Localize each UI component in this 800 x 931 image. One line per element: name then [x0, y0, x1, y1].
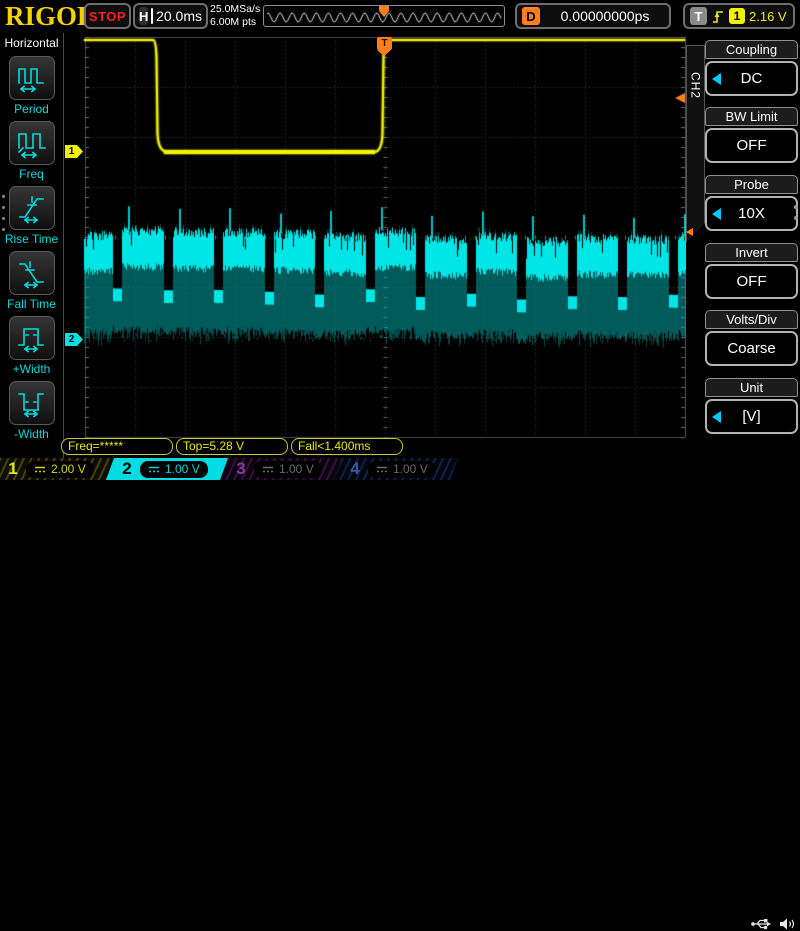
trigger-position-marker[interactable]: T [377, 37, 392, 50]
trigger-side-arrow-icon [686, 228, 693, 236]
menu-page-dots [794, 205, 798, 220]
trigger-source-badge: 1 [729, 8, 745, 24]
run-state-badge: STOP [84, 3, 131, 29]
delay-value: 0.00000000ps [546, 8, 664, 24]
menu-item-rise-time[interactable]: Rise Time [0, 186, 63, 246]
measurement-freq: Freq=***** [61, 438, 173, 455]
menu-scroll-dots [2, 195, 5, 231]
rigol-logo: RIGOL [5, 1, 95, 32]
channel-chip-2[interactable]: 2 1.00 V [106, 458, 230, 480]
memory-depth: 6.00M pts [210, 16, 260, 29]
softkey-unit[interactable]: Unit [V] [705, 378, 798, 434]
ch3-scale-box: 1.00 V [254, 461, 322, 478]
plus-width-icon [16, 322, 48, 354]
ch2-menu: CH2 Coupling DC BW Limit OFF Probe 10X I… [686, 33, 800, 458]
preview-trigger-marker [379, 6, 389, 18]
softkey-volts-div[interactable]: Volts/Div Coarse [705, 310, 798, 366]
menu-item-freq[interactable]: Freq [0, 121, 63, 181]
measurement-top: Top=5.28 V [176, 438, 288, 455]
softkey-invert[interactable]: Invert OFF [705, 243, 798, 299]
ch1-scale-box: 2.00 V [26, 461, 94, 478]
dc-coupling-icon [376, 465, 388, 474]
menu-item-fall-time[interactable]: Fall Time [0, 251, 63, 311]
measurement-bar: Freq=***** Top=5.28 V Fall<1.400ms [61, 438, 403, 455]
trigger-level-value: 2.16 V [749, 9, 787, 24]
channel-chip-4[interactable]: 4 1.00 V [334, 458, 458, 480]
left-arrow-icon [712, 411, 721, 423]
dc-coupling-icon [148, 465, 160, 474]
trigger-label: T [690, 7, 707, 25]
minus-width-icon [16, 387, 48, 419]
left-arrow-icon [712, 208, 721, 220]
scope-display: 1 2 T [64, 33, 686, 458]
softkey-coupling[interactable]: Coupling DC [705, 40, 798, 96]
dc-coupling-icon [262, 465, 274, 474]
rising-edge-icon [711, 8, 725, 25]
fall-time-icon [16, 257, 48, 289]
ch2-menu-tab: CH2 [686, 45, 705, 243]
channel-chip-3[interactable]: 3 1.00 V [220, 458, 344, 480]
horizontal-measure-menu: Horizontal Period Freq Rise Time Fall Ti… [0, 33, 64, 458]
dc-coupling-icon [34, 465, 46, 474]
timebase-chip: H 20.0ms [133, 3, 208, 29]
usb-icon [750, 917, 772, 931]
ch4-scale-box: 1.00 V [368, 461, 436, 478]
trigger-chip: T 1 2.16 V [683, 3, 795, 29]
softkey-bw-limit[interactable]: BW Limit OFF [705, 107, 798, 163]
scope-canvas [64, 33, 686, 458]
menu-item-minus-width[interactable]: -Width [0, 381, 63, 441]
delay-label: D [522, 7, 540, 25]
period-icon [16, 62, 48, 94]
channel-bar: 1 2.00 V 2 1.00 V 3 1.00 V [0, 458, 800, 480]
left-arrow-icon [712, 73, 721, 85]
header-bar: RIGOL STOP H 20.0ms 25.0MSa/s 6.00M pts … [0, 0, 800, 34]
channel-chip-1[interactable]: 1 2.00 V [0, 458, 116, 480]
sample-rate: 25.0MSa/s [210, 3, 260, 16]
beeper-icon [779, 917, 795, 931]
delay-chip: D 0.00000000ps [515, 3, 671, 29]
timebase-value: 20.0ms [156, 8, 202, 24]
timebase-label: H [139, 7, 148, 25]
memory-waveform-preview [263, 5, 505, 27]
ch2-scale-box: 1.00 V [140, 461, 208, 478]
left-menu-title: Horizontal [0, 36, 63, 50]
softkey-probe[interactable]: Probe 10X [705, 175, 798, 231]
timebase-highlight [151, 8, 153, 24]
menu-item-period[interactable]: Period [0, 56, 63, 116]
rise-time-icon [16, 192, 48, 224]
freq-icon [16, 127, 48, 159]
acquisition-info: 25.0MSa/s 6.00M pts [210, 3, 260, 29]
menu-item-plus-width[interactable]: +Width [0, 316, 63, 376]
measurement-fall: Fall<1.400ms [291, 438, 403, 455]
